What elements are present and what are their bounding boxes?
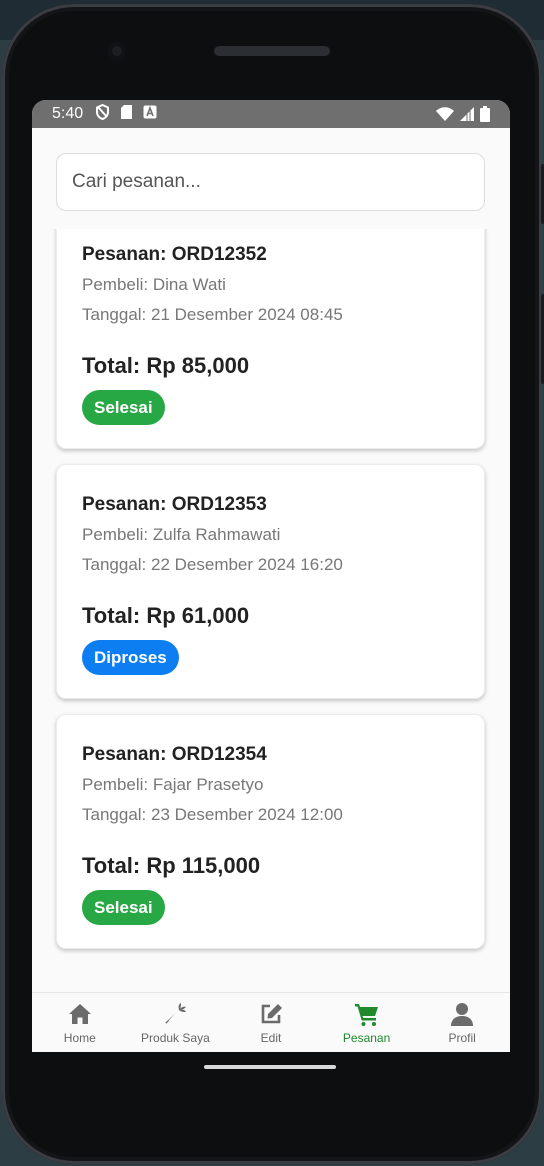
nav-produk-saya-label: Produk Saya [141,1031,210,1045]
edit-icon [261,1004,282,1024]
phone-frame: 5:40 Pesanan: ORD12352 Pembeli: Dina W [2,4,544,1164]
nav-edit-label: Edit [260,1031,282,1045]
cart-icon [354,1004,378,1026]
nav-profil[interactable]: Profil [414,993,510,1052]
app-screen: 5:40 Pesanan: ORD12352 Pembeli: Dina W [32,100,510,1052]
order-card[interactable]: Pesanan: ORD12354 Pembeli: Fajar Prasety… [56,714,485,949]
status-bar: 5:40 [32,100,510,128]
home-indicator[interactable] [204,1065,336,1069]
order-date: Tanggal: 22 Desember 2024 16:20 [82,555,343,574]
home-icon [68,1004,91,1024]
battery-icon [480,106,490,122]
nav-pesanan[interactable]: Pesanan [319,993,415,1052]
status-time: 5:40 [52,105,84,122]
order-title: Pesanan: ORD12353 [82,494,267,515]
search-box[interactable] [56,153,485,211]
nav-pesanan-label: Pesanan [342,1031,391,1045]
order-buyer: Pembeli: Zulfa Rahmawati [82,525,281,544]
status-badge: Diproses [82,640,179,675]
sd-card-icon [120,104,133,125]
nav-edit[interactable]: Edit [223,993,319,1052]
earpiece [214,46,330,56]
order-total: Total: Rp 85,000 [82,353,250,378]
nav-produk-saya[interactable]: Produk Saya [128,993,224,1052]
nav-home-label: Home [63,1031,96,1045]
order-buyer: Pembeli: Fajar Prasetyo [82,775,264,794]
user-icon [451,1003,474,1026]
order-date: Tanggal: 23 Desember 2024 12:00 [82,805,343,824]
status-badge: Selesai [82,890,165,925]
order-total: Total: Rp 115,000 [82,853,261,878]
order-list[interactable]: Pesanan: ORD12352 Pembeli: Dina Wati Tan… [32,229,510,989]
signal-icon [460,107,474,121]
search-input[interactable] [72,171,469,193]
bottom-navigation: Home Produk Saya Edit Pesanan Profil [32,992,510,1052]
order-title: Pesanan: ORD12354 [82,744,267,765]
order-title: Pesanan: ORD12352 [82,244,267,265]
wifi-icon [436,107,454,121]
order-card[interactable]: Pesanan: ORD12352 Pembeli: Dina Wati Tan… [56,229,485,449]
status-badge: Selesai [82,390,165,425]
order-total: Total: Rp 61,000 [82,603,250,628]
status-right-icons [436,106,490,122]
nav-home[interactable]: Home [32,993,128,1052]
keyboard-a-icon [143,105,157,124]
order-date: Tanggal: 21 Desember 2024 08:45 [82,305,343,324]
nav-profil-label: Profil [448,1031,476,1045]
order-card[interactable]: Pesanan: ORD12353 Pembeli: Zulfa Rahmawa… [56,464,485,699]
order-buyer: Pembeli: Dina Wati [82,275,226,294]
shield-icon [95,103,110,125]
carrot-icon [165,1003,187,1024]
front-camera [108,42,126,60]
